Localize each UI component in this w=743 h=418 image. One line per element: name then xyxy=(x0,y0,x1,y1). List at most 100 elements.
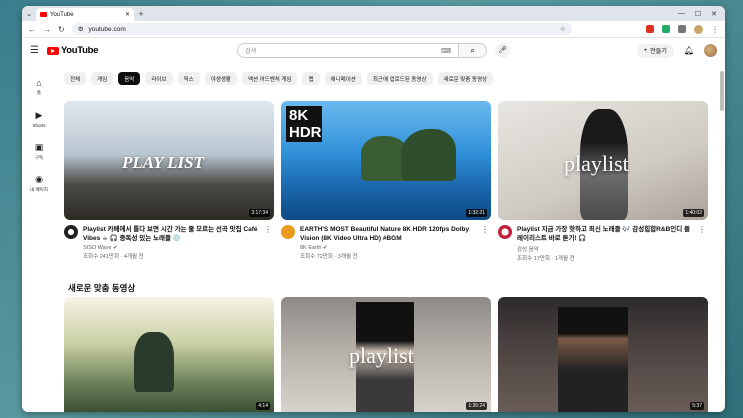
url-text: youtube.com xyxy=(88,25,126,33)
keyboard-icon[interactable]: ⌨ xyxy=(441,47,451,55)
chip-all[interactable]: 전체 xyxy=(64,72,87,85)
island-shape xyxy=(401,129,456,181)
minimize-icon[interactable]: — xyxy=(678,10,685,18)
video-stats: 조회수 241만회 · 4개월 전 xyxy=(83,254,144,260)
extension-pdf-icon[interactable] xyxy=(646,25,654,33)
new-tab-button[interactable]: + xyxy=(134,9,148,19)
site-info-icon[interactable]: ⚙ xyxy=(78,25,84,33)
sidebar-item-shorts[interactable]: ▶ Shorts xyxy=(22,103,56,135)
duration-badge: 1:35:24 xyxy=(466,402,487,410)
chip-animation[interactable]: 애니메이션 xyxy=(324,72,362,85)
youtube-header: ☰ YouTube 검색 ⌨ ⌕ 🎤︎ + 만들기 🔔︎ xyxy=(22,38,725,63)
video-grid: PLAY LIST 3:17:34 Playlist 카페에서 틀다 보면 시간… xyxy=(64,101,708,262)
home-icon: ⌂ xyxy=(36,78,42,88)
chip-recently-uploaded[interactable]: 최근에 업로드된 동영상 xyxy=(366,72,433,85)
channel-avatar[interactable] xyxy=(498,225,512,239)
video-thumbnail[interactable]: PLAY LIST 3:17:34 xyxy=(64,101,274,220)
video-card[interactable]: PLAY LIST 3:17:34 Playlist 카페에서 틀다 보면 시간… xyxy=(64,101,274,262)
video-thumbnail[interactable]: playlist 1:35:24 xyxy=(281,297,491,412)
close-window-icon[interactable]: ✕ xyxy=(711,10,717,18)
extension-green-icon[interactable] xyxy=(662,25,670,33)
tab-youtube[interactable]: YouTube ✕ xyxy=(36,8,134,21)
channel-avatar[interactable] xyxy=(281,225,295,239)
thumbnail-overlay-text: 8K HDR xyxy=(286,106,322,142)
duration-badge: 4:14 xyxy=(256,402,270,410)
bookmark-star-icon[interactable]: ☆ xyxy=(560,25,566,33)
search-button[interactable]: ⌕ xyxy=(459,43,488,58)
video-card[interactable]: playlist 1:35:24 xyxy=(281,297,491,412)
tab-search-icon[interactable]: ⌄ xyxy=(22,10,36,18)
scrollbar[interactable] xyxy=(720,71,724,111)
maximize-icon[interactable]: ☐ xyxy=(695,10,701,18)
channel-avatar[interactable] xyxy=(64,225,78,239)
extensions-puzzle-icon[interactable] xyxy=(678,25,686,33)
tab-strip: ⌄ YouTube ✕ + — ☐ ✕ xyxy=(22,6,725,21)
back-icon[interactable]: ← xyxy=(28,25,36,34)
more-options-icon[interactable]: ⋮ xyxy=(698,225,706,234)
search-input[interactable]: 검색 ⌨ xyxy=(237,43,460,58)
chip-live[interactable]: 라이브 xyxy=(145,72,173,85)
video-stats: 조회수 17만회 · 1개월 전 xyxy=(517,256,575,262)
chip-games[interactable]: 게임 xyxy=(91,72,114,85)
youtube-play-icon xyxy=(46,46,59,55)
notifications-bell-icon[interactable]: 🔔︎ xyxy=(684,46,694,55)
thumbnail-overlay-text: playlist xyxy=(564,151,629,176)
sidebar-item-home[interactable]: ⌂ 홈 xyxy=(22,71,56,103)
profile-icon: ◉ xyxy=(35,173,43,184)
shorts-icon: ▶ xyxy=(35,110,43,120)
video-grid-2: 4:14 playlist 1:35:24 5:37 xyxy=(64,297,708,412)
profile-avatar-icon[interactable] xyxy=(694,24,703,34)
chip-rap[interactable]: 랩 xyxy=(302,72,320,85)
video-thumbnail[interactable]: playlist 1:40:02 xyxy=(498,101,708,220)
sidebar: ⌂ 홈 ▶ Shorts ▣ 구독 ◉ 내 페이지 xyxy=(22,71,56,199)
reload-icon[interactable]: ↻ xyxy=(58,25,65,34)
search-area: 검색 ⌨ ⌕ 🎤︎ xyxy=(237,43,511,58)
close-tab-icon[interactable]: ✕ xyxy=(125,11,130,18)
youtube-logo[interactable]: YouTube xyxy=(46,45,98,56)
video-thumbnail[interactable]: 8K HDR 1:32:21 xyxy=(281,101,491,220)
more-options-icon[interactable]: ⋮ xyxy=(264,225,272,234)
sidebar-item-profile[interactable]: ◉ 내 페이지 xyxy=(22,167,56,199)
video-card[interactable]: 8K HDR 1:32:21 EARTH'S MOST Beautiful Na… xyxy=(281,101,491,262)
more-options-icon[interactable]: ⋮ xyxy=(481,225,489,234)
menu-icon[interactable]: ☰ xyxy=(30,45,39,56)
chip-wildlife[interactable]: 야생생활 xyxy=(204,72,237,85)
tab-title: YouTube xyxy=(50,11,74,18)
address-bar-row: ← → ↻ ⚙ youtube.com ☆ ⋮ xyxy=(22,21,725,38)
duration-badge: 1:32:21 xyxy=(466,209,487,217)
channel-name[interactable]: 감성 음악 xyxy=(517,245,695,253)
video-stats: 조회수 72만회 · 3개월 전 xyxy=(300,254,358,260)
chip-action-adventure[interactable]: 액션 어드벤처 게임 xyxy=(241,72,298,85)
chip-mix[interactable]: 믹스 xyxy=(177,72,200,85)
sidebar-item-subscriptions[interactable]: ▣ 구독 xyxy=(22,135,56,167)
menu-dots-icon[interactable]: ⋮ xyxy=(711,25,719,34)
video-card[interactable]: playlist 1:40:02 Playlist 지금 가장 핫하고 최신 노… xyxy=(498,101,708,262)
duration-badge: 1:40:02 xyxy=(683,209,704,217)
video-card[interactable]: 5:37 xyxy=(498,297,708,412)
thumbnail-overlay-text: playlist xyxy=(349,343,414,368)
video-title[interactable]: Playlist 지금 가장 핫하고 최신 노래들 🎶 감성힙합R&B인디 플레… xyxy=(517,225,695,243)
create-button[interactable]: + 만들기 xyxy=(636,43,674,58)
duration-badge: 5:37 xyxy=(690,402,704,410)
mic-icon[interactable]: 🎤︎ xyxy=(495,43,511,58)
user-avatar[interactable] xyxy=(704,44,717,57)
video-thumbnail[interactable]: 4:14 xyxy=(64,297,274,412)
subscriptions-icon: ▣ xyxy=(34,141,44,152)
url-bar[interactable]: ⚙ youtube.com ☆ xyxy=(71,23,572,35)
chip-music[interactable]: 음악 xyxy=(118,72,141,85)
chip-bar: 전체 게임 음악 라이브 믹스 야생생활 액션 어드벤처 게임 랩 애니메이션 … xyxy=(64,72,494,85)
channel-name[interactable]: SISO Wave ✔ xyxy=(83,245,261,251)
forward-icon[interactable]: → xyxy=(43,25,51,34)
video-thumbnail[interactable]: 5:37 xyxy=(498,297,708,412)
video-title[interactable]: EARTH'S MOST Beautiful Nature 8K HDR 120… xyxy=(300,225,478,243)
video-title[interactable]: Playlist 카페에서 틀다 보면 시간 가는 줄 모르는 선곡 맛집 Ca… xyxy=(83,225,261,243)
duration-badge: 3:17:34 xyxy=(249,209,270,217)
youtube-favicon-icon xyxy=(40,12,47,17)
plus-icon: + xyxy=(643,47,648,54)
browser-window: ⌄ YouTube ✕ + — ☐ ✕ ← → ↻ ⚙ youtube.com … xyxy=(22,6,725,412)
person-figure xyxy=(558,307,628,412)
character-figure xyxy=(134,332,174,392)
chip-new-for-you[interactable]: 새로운 맞춤 동영상 xyxy=(437,72,494,85)
video-card[interactable]: 4:14 xyxy=(64,297,274,412)
channel-name[interactable]: 8K Earth ✔ xyxy=(300,245,478,251)
